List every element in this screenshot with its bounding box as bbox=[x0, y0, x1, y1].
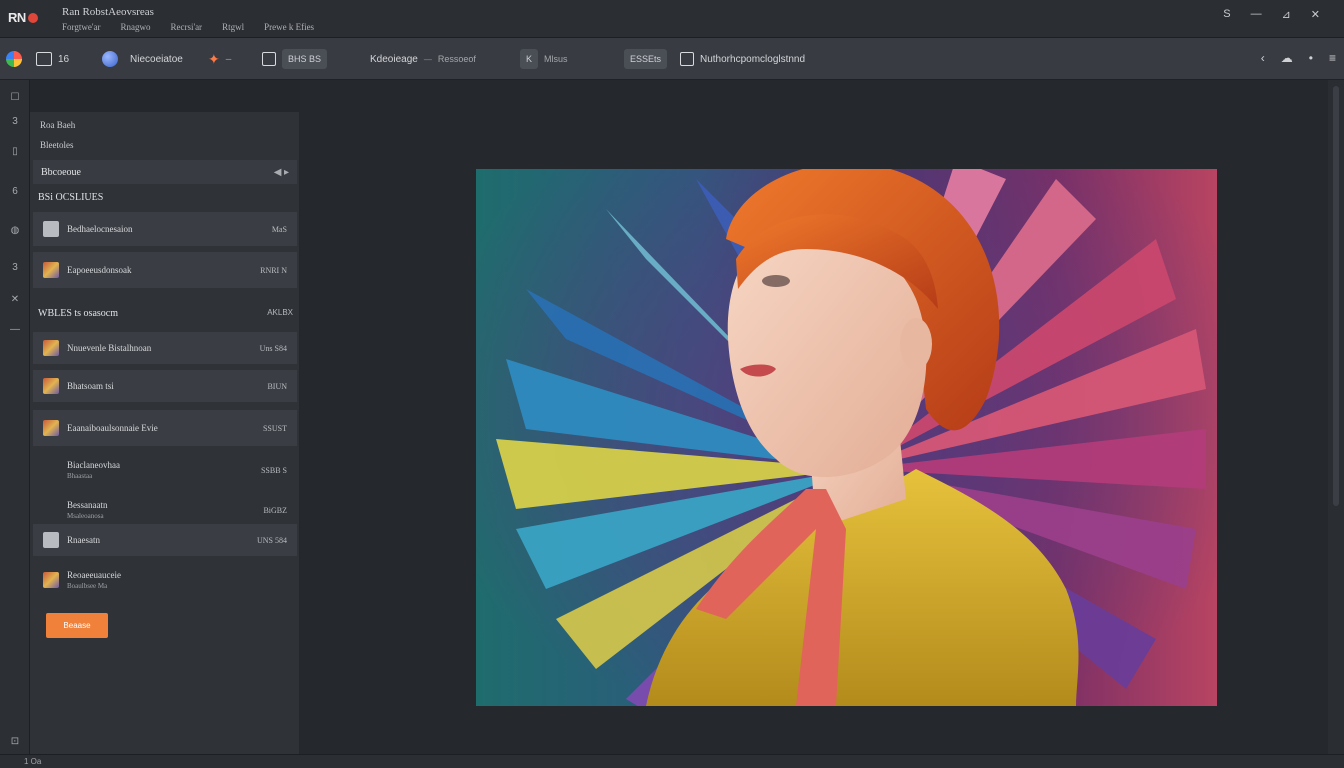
list-item[interactable]: Reoaeeuauceie Boaulbsee Ma bbox=[33, 562, 297, 598]
group-label: WBLES ts osasocm bbox=[38, 308, 118, 319]
item-thumbnail bbox=[43, 340, 59, 356]
panel-heading: Roa Baeh bbox=[40, 120, 76, 130]
app-menu-button[interactable] bbox=[6, 48, 22, 70]
toolbar-file-tab[interactable]: Nuthorhcpomcloglstnnd bbox=[680, 48, 805, 70]
toolbar-document-tab[interactable]: Kdeoieage — Ressoeof bbox=[370, 48, 476, 70]
rail-tool-6-icon[interactable]: 3 bbox=[6, 262, 24, 273]
window-setting-icon[interactable]: S bbox=[1223, 8, 1230, 21]
section-header[interactable]: Bbcoeoue ◀ ▸ bbox=[33, 160, 297, 184]
list-item[interactable]: Nnuevenle Bistalhnoan Uns S84 bbox=[33, 332, 297, 364]
item-thumbnail bbox=[43, 221, 59, 237]
maximize-icon[interactable]: ⊿ bbox=[1282, 8, 1291, 21]
rail-tool-3-icon[interactable]: ▯ bbox=[6, 146, 24, 157]
menu-item-5[interactable]: Prewe k Efies bbox=[264, 22, 314, 32]
toolbar-label: Niecoeiatoe bbox=[130, 53, 183, 65]
menu-item-1[interactable]: Forgtwe'ar bbox=[62, 22, 100, 32]
list-item[interactable]: Bedhaelocnesaion MaS bbox=[33, 212, 297, 246]
rail-tool-8-icon[interactable]: — bbox=[6, 324, 24, 335]
canvas-area[interactable] bbox=[300, 80, 1328, 754]
logo-dot-icon bbox=[27, 13, 38, 23]
close-icon[interactable]: ✕ bbox=[1311, 8, 1320, 21]
rail-tool-5-icon[interactable]: ◍ bbox=[6, 225, 24, 236]
back-icon[interactable]: ‹ bbox=[1261, 51, 1265, 65]
list-item[interactable]: Bessanaatn Msaleoanosa BiGBZ bbox=[33, 492, 297, 528]
item-thumbnail bbox=[43, 420, 59, 436]
app-logo: RN bbox=[8, 10, 38, 25]
subsection-title: BSi OCSLIUES bbox=[38, 192, 104, 203]
item-thumbnail bbox=[43, 378, 59, 394]
group-value: AKLBX bbox=[267, 308, 293, 317]
portrait-illustration bbox=[476, 169, 1217, 706]
item-thumbnail bbox=[43, 262, 59, 278]
rail-tool-9-icon[interactable]: ⊡ bbox=[6, 736, 24, 747]
toolbar-layout-button[interactable]: 16 bbox=[36, 48, 69, 70]
minimize-icon[interactable]: — bbox=[1251, 8, 1262, 21]
list-item[interactable]: Bhatsoam tsi BIUN bbox=[33, 370, 297, 402]
list-item[interactable]: Biaclaneovhaa Bhaastaa SSBB S bbox=[33, 452, 297, 488]
toolbar-layers-button[interactable]: BHS BS bbox=[262, 48, 328, 70]
list-item[interactable]: Eapoeeusdonsoak RNRI N bbox=[33, 252, 297, 288]
rail-tool-7-icon[interactable]: ✕ bbox=[6, 294, 24, 305]
dot-icon[interactable]: • bbox=[1309, 51, 1313, 65]
app-window: RN Ran RobstAeovsreas Forgtwe'ar Rnagwo … bbox=[0, 0, 1344, 768]
portrait-artwork[interactable] bbox=[476, 169, 1217, 706]
rail-tool-2-icon[interactable]: 3 bbox=[6, 116, 24, 127]
rail-tool-1-icon[interactable]: ☐ bbox=[6, 92, 24, 103]
document-icon bbox=[680, 52, 694, 66]
app-title: Ran RobstAeovsreas bbox=[62, 6, 154, 18]
toolbar-browser-button[interactable]: Niecoeiatoe bbox=[102, 48, 183, 70]
rail-tool-4-icon[interactable]: 6 bbox=[6, 186, 24, 197]
layout-icon bbox=[36, 52, 52, 66]
menu-item-4[interactable]: Rtgwl bbox=[222, 22, 244, 32]
vertical-scrollbar[interactable] bbox=[1328, 80, 1344, 754]
globe-icon bbox=[102, 51, 118, 67]
layers-panel: Roa Baeh Bleetoles Bbcoeoue ◀ ▸ BSi OCSL… bbox=[30, 112, 299, 754]
toolbar: 16 Niecoeiatoe ✦ – BHS BS Kdeoieage — Resso… bbox=[0, 38, 1344, 80]
layers-icon bbox=[262, 52, 276, 66]
brush-icon: ✦ bbox=[208, 50, 220, 67]
toolbar-brush-button[interactable]: ✦ – bbox=[208, 48, 231, 70]
title-bar: RN Ran RobstAeovsreas Forgtwe'ar Rnagwo … bbox=[0, 0, 1344, 38]
menu-icon[interactable]: ≡ bbox=[1329, 51, 1336, 65]
cloud-icon[interactable]: ☁ bbox=[1281, 51, 1293, 65]
tool-rail: ☐ 3 ▯ 6 ◍ 3 ✕ — ⊡ bbox=[0, 80, 30, 754]
menu-item-3[interactable]: Recrsi'ar bbox=[170, 22, 202, 32]
section-tools-icon[interactable]: ◀ ▸ bbox=[274, 167, 289, 178]
item-thumbnail bbox=[43, 532, 59, 548]
status-bar: 1 Oa bbox=[0, 754, 1344, 768]
toolbar-effects-button[interactable]: ESSEts bbox=[624, 48, 668, 70]
action-button[interactable]: Beaase bbox=[46, 613, 108, 638]
window-controls: S — ⊿ ✕ bbox=[1223, 8, 1320, 21]
item-thumbnail bbox=[43, 572, 59, 588]
menu-bar: Forgtwe'ar Rnagwo Recrsi'ar Rtgwl Prewe … bbox=[62, 22, 314, 32]
toolbar-k-button[interactable]: K Mlsus bbox=[520, 48, 568, 70]
list-item[interactable]: Eaanaiboaulsonnaie Evie SSUST bbox=[33, 410, 297, 446]
list-item[interactable]: Rnaesatn UNS 584 bbox=[33, 524, 297, 556]
scrollbar-thumb[interactable] bbox=[1333, 86, 1339, 506]
panel-subheading: Bleetoles bbox=[40, 140, 74, 150]
app-icon bbox=[6, 51, 22, 67]
toolbar-right-icons: ‹ ☁ • ≡ bbox=[1261, 51, 1336, 65]
menu-item-2[interactable]: Rnagwo bbox=[120, 22, 150, 32]
